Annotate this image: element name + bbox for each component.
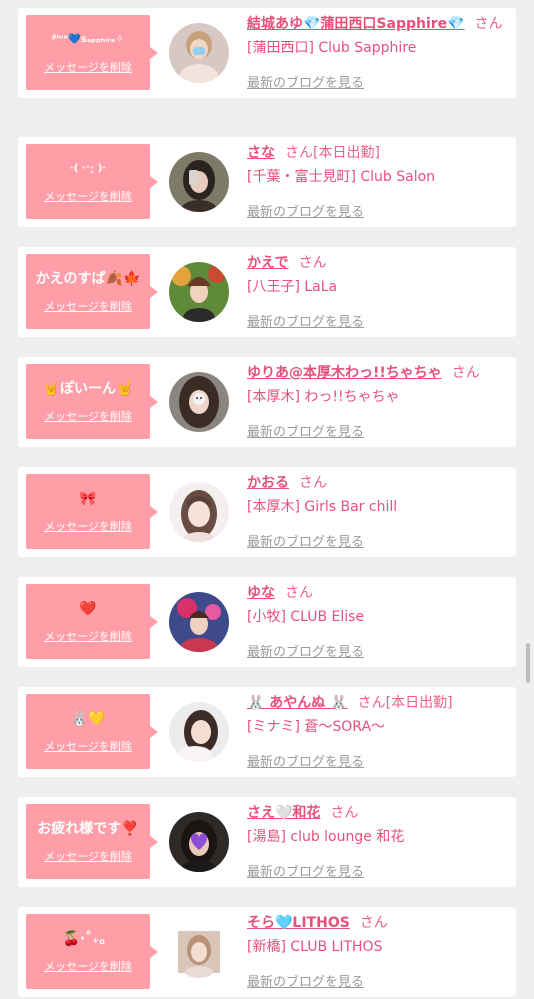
latest-blog-link[interactable]: 最新のブログを見る xyxy=(247,641,364,660)
cast-name-link[interactable]: さな xyxy=(247,145,275,161)
message-bubble: ᵝˡᵘᵉ💙sₐₚₚₕᵢᵣₑ✧ メッセージを削除 xyxy=(26,15,158,90)
message-text: ·( ·ᵕ·̥ )· xyxy=(69,162,107,174)
list-item: ·( ·ᵕ·̥ )· メッセージを削除 さな さん[本日出勤] [千葉・富士見町]… xyxy=(18,137,516,227)
message-text: お疲れ様です❣️ xyxy=(37,820,139,837)
cast-name-link[interactable]: さえ🤍和花 xyxy=(247,805,320,821)
message-bubble: かえのすぱ🍂🍁 メッセージを削除 xyxy=(26,254,158,329)
message-bubble: 🎀 メッセージを削除 xyxy=(26,474,158,549)
message-text: ᵝˡᵘᵉ💙sₐₚₚₕᵢᵣₑ✧ xyxy=(52,33,124,45)
avatar[interactable] xyxy=(169,152,229,212)
shop-name: [八王子] LaLa xyxy=(247,279,338,295)
avatar[interactable] xyxy=(169,812,229,872)
shop-name: [小牧] CLUB Elise xyxy=(247,609,365,625)
list-item: ᵝˡᵘᵉ💙sₐₚₚₕᵢᵣₑ✧ メッセージを削除 結城あゆ💎蒲田西口Sapphir… xyxy=(18,8,516,98)
shop-name: [新橋] CLUB LITHOS xyxy=(247,939,383,955)
list-item: 🎀 メッセージを削除 かおる さん [本厚木] Girls Bar chill 最… xyxy=(18,467,516,557)
honorific: さん xyxy=(359,915,388,931)
message-text: 🤘ぽいーん🤘 xyxy=(42,380,134,397)
delete-message-link[interactable]: メッセージを削除 xyxy=(44,518,132,534)
cast-name-link[interactable]: ゆりあ@本厚木わっ!!ちゃちゃ xyxy=(247,365,442,381)
list-item: お疲れ様です❣️ メッセージを削除 さえ🤍和花 さん [湯島] club loun… xyxy=(18,797,516,887)
delete-message-link[interactable]: メッセージを削除 xyxy=(44,298,132,314)
honorific: さん xyxy=(299,475,327,491)
message-bubble: ·( ·ᵕ·̥ )· メッセージを削除 xyxy=(26,144,158,219)
shop-name: [本厚木] わっ!!ちゃちゃ xyxy=(247,389,400,405)
latest-blog-link[interactable]: 最新のブログを見る xyxy=(247,201,364,220)
honorific: さん xyxy=(285,585,313,601)
scrollbar[interactable] xyxy=(526,643,530,683)
avatar[interactable] xyxy=(169,592,229,652)
message-text: 🎀 xyxy=(79,490,97,507)
delete-message-link[interactable]: メッセージを削除 xyxy=(44,628,132,644)
message-bubble: ❤️ メッセージを削除 xyxy=(26,584,158,659)
list-item: 🤘ぽいーん🤘 メッセージを削除 ゆりあ@本厚木わっ!!ちゃちゃ さん [本厚木] … xyxy=(18,357,516,447)
status-badge: [本日出勤] xyxy=(385,695,453,711)
avatar[interactable] xyxy=(169,702,229,762)
avatar[interactable] xyxy=(169,372,229,432)
cast-name-link[interactable]: そら🩵LITHOS xyxy=(247,915,350,931)
cast-name-link[interactable]: 結城あゆ💎蒲田西口Sapphire💎 xyxy=(247,16,465,32)
honorific: さん xyxy=(298,255,327,271)
shop-name: [湯島] club lounge 和花 xyxy=(247,829,405,845)
shop-name: [千葉・富士見町] Club Salon xyxy=(247,169,436,185)
latest-blog-link[interactable]: 最新のブログを見る xyxy=(247,751,364,770)
status-badge: [本日出勤] xyxy=(313,145,380,161)
honorific: さん xyxy=(285,145,313,161)
list-item: 🐰💛 メッセージを削除 🐰 あやんぬ 🐰 さん[本日出勤] [ミナミ] 蒼〜SOR… xyxy=(18,687,516,777)
delete-message-link[interactable]: メッセージを削除 xyxy=(44,738,132,754)
list-item: かえのすぱ🍂🍁 メッセージを削除 かえで さん [八王子] LaLa 最新のブログ… xyxy=(18,247,516,337)
message-list: ᵝˡᵘᵉ💙sₐₚₚₕᵢᵣₑ✧ メッセージを削除 結城あゆ💎蒲田西口Sapphir… xyxy=(0,0,534,999)
honorific: さん xyxy=(451,365,480,381)
avatar[interactable] xyxy=(169,922,229,982)
message-text: ❤️ xyxy=(79,600,97,617)
message-text: かえのすぱ🍂🍁 xyxy=(35,270,141,287)
message-bubble: 🍒‧˚₊。 メッセージを削除 xyxy=(26,914,158,989)
honorific: さん xyxy=(474,16,503,32)
shop-name: [蒲田西口] Club Sapphire xyxy=(247,40,417,56)
honorific: さん xyxy=(330,805,359,821)
list-item: ❤️ メッセージを削除 ゆな さん [小牧] CLUB Elise 最新のブログを… xyxy=(18,577,516,667)
latest-blog-link[interactable]: 最新のブログを見る xyxy=(247,861,364,880)
message-text: 🐰💛 xyxy=(70,710,106,727)
cast-name-link[interactable]: かおる xyxy=(247,475,289,491)
shop-name: [ミナミ] 蒼〜SORA〜 xyxy=(247,719,386,735)
delete-message-link[interactable]: メッセージを削除 xyxy=(44,958,132,974)
latest-blog-link[interactable]: 最新のブログを見る xyxy=(247,311,364,330)
delete-message-link[interactable]: メッセージを削除 xyxy=(44,59,132,75)
latest-blog-link[interactable]: 最新のブログを見る xyxy=(247,72,364,91)
message-bubble: 🤘ぽいーん🤘 メッセージを削除 xyxy=(26,364,158,439)
avatar[interactable] xyxy=(169,23,229,83)
message-bubble: お疲れ様です❣️ メッセージを削除 xyxy=(26,804,158,879)
delete-message-link[interactable]: メッセージを削除 xyxy=(44,408,132,424)
avatar[interactable] xyxy=(169,262,229,322)
shop-name: [本厚木] Girls Bar chill xyxy=(247,499,398,515)
message-text: 🍒‧˚₊。 xyxy=(62,930,114,947)
cast-name-link[interactable]: 🐰 あやんぬ 🐰 xyxy=(247,695,348,711)
list-item: 🍒‧˚₊。 メッセージを削除 そら🩵LITHOS さん [新橋] CLUB LIT… xyxy=(18,907,516,997)
delete-message-link[interactable]: メッセージを削除 xyxy=(44,848,132,864)
honorific: さん xyxy=(357,695,386,711)
message-bubble: 🐰💛 メッセージを削除 xyxy=(26,694,158,769)
cast-name-link[interactable]: かえで xyxy=(247,255,289,271)
delete-message-link[interactable]: メッセージを削除 xyxy=(44,188,132,204)
latest-blog-link[interactable]: 最新のブログを見る xyxy=(247,531,364,550)
latest-blog-link[interactable]: 最新のブログを見る xyxy=(247,421,364,440)
avatar[interactable] xyxy=(169,482,229,542)
latest-blog-link[interactable]: 最新のブログを見る xyxy=(247,971,364,990)
cast-name-link[interactable]: ゆな xyxy=(247,585,275,601)
